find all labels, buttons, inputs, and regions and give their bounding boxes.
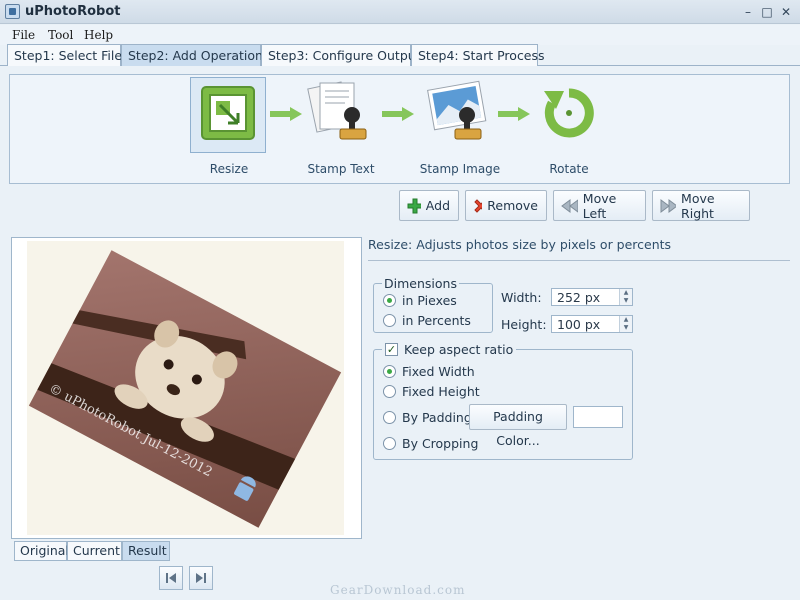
chevron-down-icon[interactable]: ▼ — [620, 324, 632, 332]
tab-step1[interactable]: Step1: Select Files — [7, 44, 129, 66]
close-button[interactable]: ✕ — [778, 4, 794, 20]
minimize-button[interactable]: – — [740, 4, 756, 20]
operation-label: Rotate — [549, 162, 589, 176]
operation-rotate[interactable]: Rotate — [530, 75, 608, 176]
menu-bar: File Tool Help — [0, 25, 800, 45]
operation-label: Resize — [209, 162, 249, 176]
radio-label: in Piexes — [402, 293, 457, 308]
operation-label: Stamp Image — [419, 162, 501, 176]
operations-panel: Resize Stamp Text Stamp Image Rotate — [9, 74, 790, 184]
chevron-up-icon[interactable]: ▲ — [620, 316, 632, 324]
radio-button[interactable] — [383, 294, 396, 307]
radio-button[interactable] — [383, 385, 396, 398]
remove-x-icon — [474, 198, 483, 213]
add-button[interactable]: Add — [399, 190, 459, 221]
radio-button[interactable] — [383, 314, 396, 327]
stamp-image-icon — [427, 80, 487, 140]
height-stepper[interactable]: 100 px ▲ ▼ — [551, 315, 633, 333]
skip-previous-icon — [166, 573, 176, 583]
width-value: 252 px — [557, 290, 601, 305]
padding-color-button[interactable]: Padding Color... — [469, 404, 567, 448]
stepper-arrows[interactable]: ▲ ▼ — [619, 289, 632, 305]
double-left-arrow-icon — [561, 198, 578, 213]
operation-label: Stamp Text — [307, 162, 375, 176]
double-right-arrow-icon — [660, 198, 677, 213]
stepper-arrows[interactable]: ▲ ▼ — [619, 316, 632, 332]
maximize-button[interactable]: □ — [759, 4, 775, 20]
radio-by-cropping[interactable]: By Cropping — [383, 436, 478, 451]
tab-step2[interactable]: Step2: Add Operations — [121, 44, 270, 66]
radio-label: Fixed Width — [402, 364, 475, 379]
preview-canvas: © uPhotoRobot Jul-12-2012 — [27, 241, 344, 535]
radio-button[interactable] — [383, 437, 396, 450]
menu-help[interactable]: Help — [84, 28, 113, 42]
preview-photo: © uPhotoRobot Jul-12-2012 — [28, 250, 342, 528]
add-button-label: Add — [425, 198, 450, 213]
radio-button[interactable] — [383, 365, 396, 378]
window-title: uPhotoRobot — [25, 4, 121, 19]
radio-button[interactable] — [383, 411, 396, 424]
radio-fixed-width[interactable]: Fixed Width — [383, 364, 475, 379]
app-icon — [5, 4, 20, 19]
operation-stamp-image[interactable]: Stamp Image — [415, 75, 505, 176]
keep-aspect-checkbox-row[interactable]: ✓ Keep aspect ratio — [382, 342, 517, 357]
width-label: Width: — [501, 290, 542, 305]
skip-next-icon — [196, 573, 206, 583]
menu-tool[interactable]: Tool — [48, 28, 73, 42]
tab-step4[interactable]: Step4: Start Process — [411, 44, 545, 66]
radio-by-padding[interactable]: By Padding — [383, 410, 472, 425]
height-value: 100 px — [557, 317, 601, 332]
operation-resize[interactable]: Resize — [190, 75, 268, 176]
step-tabs: Step1: Select Files Step2: Add Operation… — [0, 44, 800, 66]
radio-label: Fixed Height — [402, 384, 480, 399]
radio-label: By Cropping — [402, 436, 479, 451]
move-right-button-label: Move Right — [681, 190, 715, 221]
height-label: Height: — [501, 317, 547, 332]
chevron-up-icon[interactable]: ▲ — [620, 289, 632, 297]
title-bar: uPhotoRobot – □ ✕ — [0, 0, 800, 24]
move-left-button-label: Move Left — [582, 190, 617, 221]
remove-button[interactable]: Remove — [465, 190, 547, 221]
radio-in-pixels[interactable]: in Piexes — [383, 293, 457, 308]
previous-button[interactable] — [159, 566, 183, 590]
operation-stamp-text[interactable]: Stamp Text — [302, 75, 380, 176]
site-watermark: GearDownload.com — [330, 583, 466, 597]
stamp-text-icon — [307, 81, 367, 140]
dimensions-legend: Dimensions — [382, 276, 459, 291]
keep-aspect-checkbox[interactable]: ✓ — [385, 343, 398, 356]
tab-step3[interactable]: Step3: Configure Output — [261, 44, 421, 66]
rotate-icon — [544, 88, 594, 138]
radio-label: By Padding — [402, 410, 472, 425]
radio-in-percents[interactable]: in Percents — [383, 313, 471, 328]
remove-button-label: Remove — [487, 198, 538, 213]
plus-icon — [407, 198, 421, 213]
keep-aspect-label: Keep aspect ratio — [404, 342, 514, 357]
next-button[interactable] — [189, 566, 213, 590]
menu-file[interactable]: File — [12, 28, 35, 42]
arrow-right-icon — [498, 107, 530, 121]
move-right-button[interactable]: Move Right — [652, 190, 750, 221]
preview-panel: © uPhotoRobot Jul-12-2012 — [11, 237, 362, 539]
chevron-down-icon[interactable]: ▼ — [620, 297, 632, 305]
move-left-button[interactable]: Move Left — [553, 190, 646, 221]
tab-result[interactable]: Result — [122, 541, 170, 561]
width-stepper[interactable]: 252 px ▲ ▼ — [551, 288, 633, 306]
operation-description: Resize: Adjusts photos size by pixels or… — [368, 237, 672, 252]
divider — [368, 260, 790, 261]
padding-color-swatch[interactable] — [573, 406, 623, 428]
tab-current[interactable]: Current — [67, 541, 122, 561]
resize-icon — [201, 86, 255, 140]
radio-label: in Percents — [402, 313, 471, 328]
arrow-right-icon — [270, 107, 302, 121]
radio-fixed-height[interactable]: Fixed Height — [383, 384, 480, 399]
arrow-right-icon — [382, 107, 414, 121]
tab-original[interactable]: Original — [14, 541, 69, 561]
